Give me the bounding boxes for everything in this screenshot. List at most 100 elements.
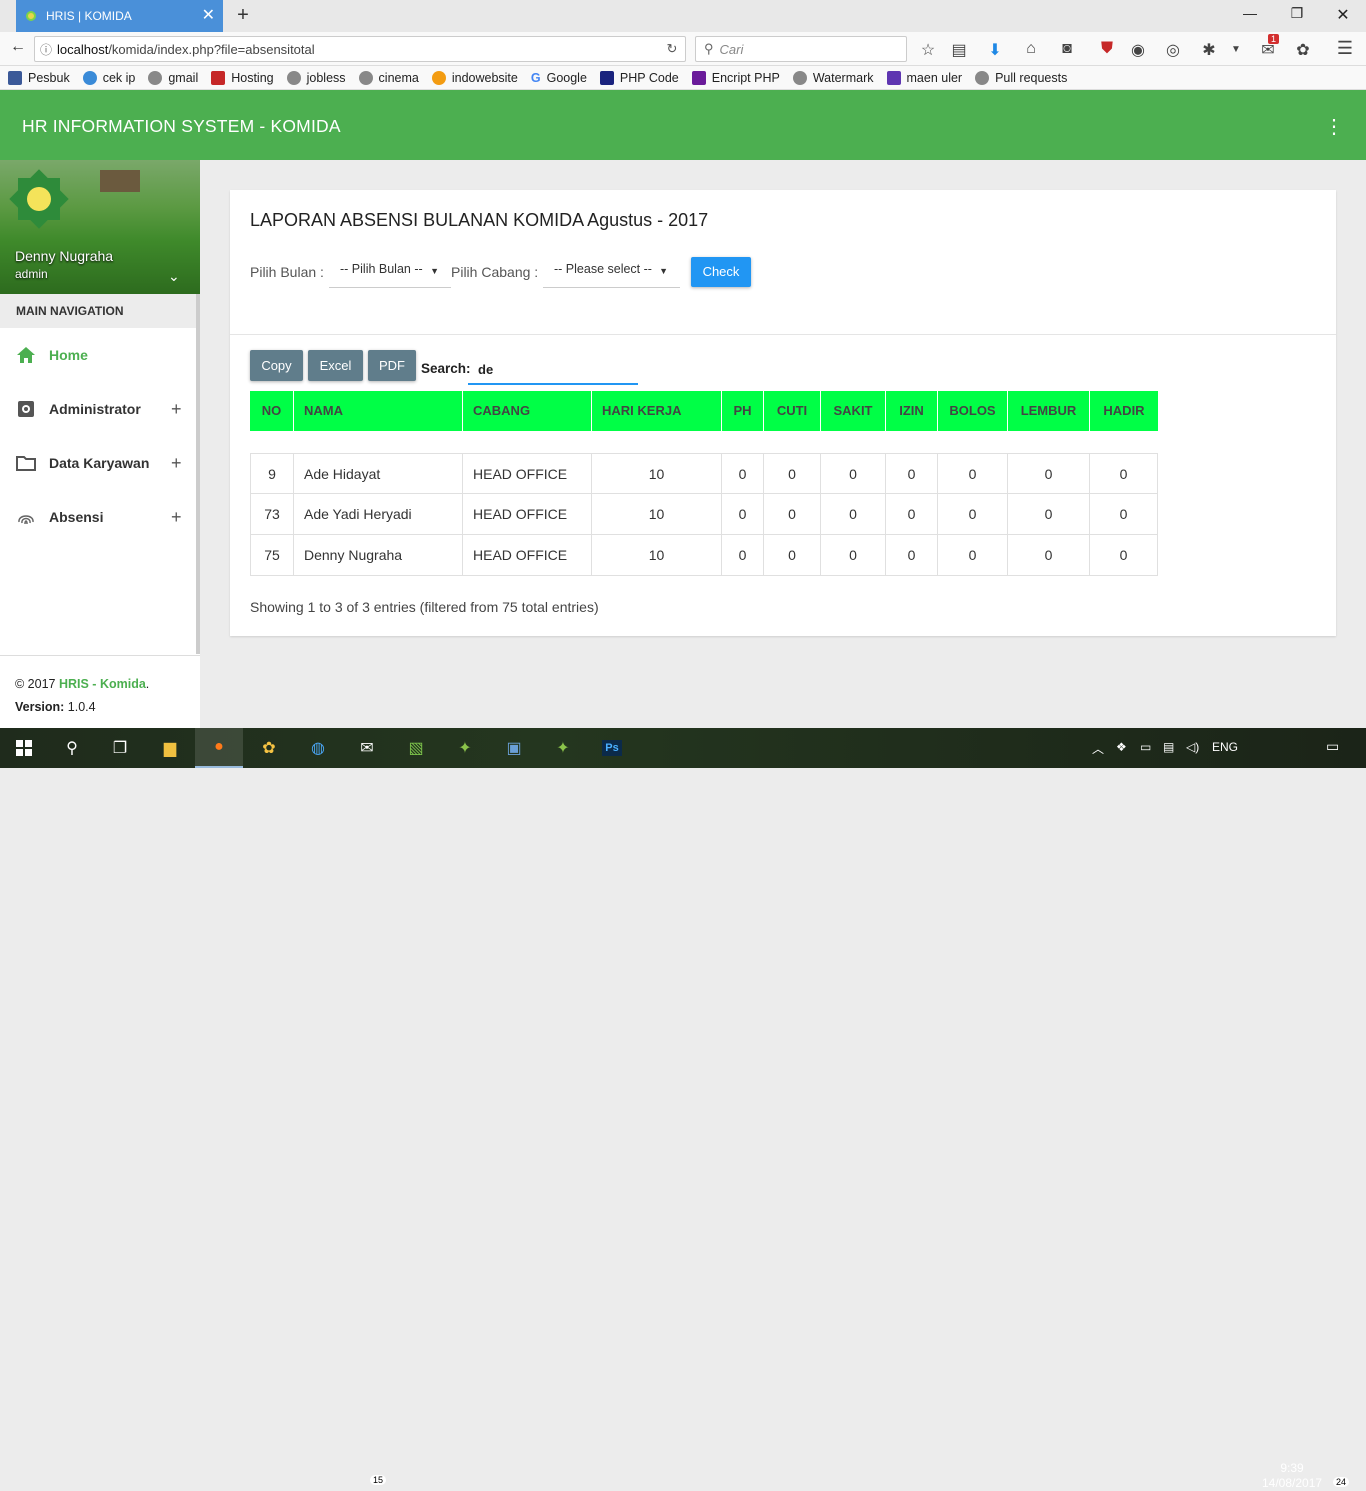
check-button[interactable]: Check <box>691 257 751 287</box>
clock-date: 14/08/2017 <box>1262 1476 1323 1490</box>
taskbar: ⚲ ❐ ▆ ● ✿ ◍ ✉ 15 ▧ ✦ ▣ ✦ Ps ︿ ❖ ▭ ▤ ◁) E… <box>0 728 1366 1490</box>
cell-izin: 0 <box>886 494 938 535</box>
sidebar-item-administrator[interactable]: Administrator + <box>0 382 196 436</box>
close-tab-icon[interactable]: ✕ <box>202 8 215 24</box>
menu-icon[interactable]: ☰ <box>1335 38 1355 59</box>
tray-dropbox-icon[interactable]: ❖ <box>1116 740 1127 754</box>
file-explorer-icon[interactable]: ▆ <box>146 728 194 768</box>
column-header[interactable]: CUTI <box>764 391 821 431</box>
reload-icon[interactable]: ↻ <box>659 41 685 57</box>
windows-start-icon[interactable] <box>0 728 48 768</box>
expand-plus-icon[interactable]: + <box>171 507 182 528</box>
bookmark-item[interactable]: Pull requests <box>975 70 1067 85</box>
restore-button[interactable]: ❐ <box>1287 5 1307 22</box>
search-label: Search: <box>421 361 471 376</box>
caret-down-icon: ▼ <box>659 266 668 276</box>
column-header[interactable]: BOLOS <box>938 391 1008 431</box>
download-icon[interactable]: ⬇ <box>985 40 1005 60</box>
sidebar-item-home[interactable]: Home <box>0 328 196 382</box>
browser-search-box[interactable]: ⚲ Cari <box>695 36 907 62</box>
home-icon[interactable]: ⌂ <box>1021 40 1041 58</box>
android-studio-icon[interactable]: ✦ <box>539 728 587 768</box>
sidebar-item-absensi[interactable]: Absensi + <box>0 490 196 544</box>
back-icon[interactable]: ← <box>10 38 26 56</box>
google-icon: G <box>530 70 541 85</box>
tray-volume-icon[interactable]: ◁) <box>1186 740 1199 754</box>
language-indicator[interactable]: ENG <box>1212 740 1238 754</box>
column-header[interactable]: HADIR <box>1090 391 1158 431</box>
copy-button[interactable]: Copy <box>250 350 303 381</box>
table-info: Showing 1 to 3 of 3 entries (filtered fr… <box>250 599 599 615</box>
tray-chevron-icon[interactable]: ︿ <box>1092 740 1104 757</box>
addon-puzzle-icon[interactable]: ✿ <box>1293 40 1313 60</box>
browser-tab[interactable]: HRIS | KOMIDA ✕ <box>16 0 223 32</box>
footer-brand-link[interactable]: HRIS - Komida <box>59 677 146 691</box>
search-icon[interactable]: ⚲ <box>48 728 96 768</box>
app-paw-icon[interactable]: ✿ <box>245 728 293 768</box>
app-globe-icon[interactable]: ◍ <box>294 728 342 768</box>
close-window-button[interactable]: ✕ <box>1333 5 1353 25</box>
mail-badge: 15 <box>370 1475 387 1485</box>
column-header[interactable]: NO <box>250 391 294 431</box>
column-header[interactable]: IZIN <box>886 391 938 431</box>
pdf-button[interactable]: PDF <box>368 350 416 381</box>
app-window-icon[interactable]: ▣ <box>490 728 538 768</box>
bookmark-item[interactable]: maen uler <box>886 70 962 85</box>
app-sheet-icon[interactable]: ▧ <box>392 728 440 768</box>
android-studio-icon[interactable]: ✦ <box>441 728 489 768</box>
expand-plus-icon[interactable]: + <box>171 399 182 420</box>
task-view-icon[interactable]: ❐ <box>96 728 144 768</box>
excel-button[interactable]: Excel <box>308 350 363 381</box>
column-header[interactable]: SAKIT <box>821 391 886 431</box>
library-icon[interactable]: ▤ <box>949 40 969 60</box>
bookmark-item[interactable]: PHP Code <box>599 70 679 85</box>
mail-icon[interactable]: ✉ <box>343 728 391 768</box>
bookmark-item[interactable]: cinema <box>358 70 419 85</box>
site-info-icon[interactable]: ⓘ <box>35 41 57 58</box>
column-header[interactable]: CABANG <box>463 391 592 431</box>
notification-icon[interactable]: ▭ <box>1326 738 1339 755</box>
column-header[interactable]: LEMBUR <box>1008 391 1090 431</box>
bookmark-item[interactable]: cek ip <box>82 70 135 85</box>
tray-network-icon[interactable]: ▤ <box>1163 740 1174 754</box>
bookmark-star-icon[interactable]: ☆ <box>918 40 938 60</box>
column-header[interactable]: HARI KERJA <box>592 391 722 431</box>
overflow-chevron-icon[interactable]: ▼ <box>1226 44 1246 55</box>
chevron-down-icon[interactable]: ⌄ <box>168 268 180 285</box>
cell-sakit: 0 <box>821 454 886 495</box>
column-header[interactable]: PH <box>722 391 764 431</box>
table-search-input[interactable]: de <box>468 355 638 385</box>
sidebar-item-data-karyawan[interactable]: Data Karyawan + <box>0 436 196 490</box>
addon-shield-icon[interactable]: ⛊ <box>1097 40 1117 58</box>
hosting-icon <box>211 70 226 85</box>
expand-plus-icon[interactable]: + <box>171 453 182 474</box>
tray-battery-icon[interactable]: ▭ <box>1140 740 1151 754</box>
bookmark-item[interactable]: Watermark <box>792 70 874 85</box>
more-vert-icon[interactable]: ⋮ <box>1324 114 1344 139</box>
firefox-icon[interactable]: ● <box>195 728 243 768</box>
pocket-icon[interactable]: ◙ <box>1057 40 1077 58</box>
column-header[interactable]: NAMA <box>294 391 463 431</box>
clock[interactable]: 9:39 14/08/2017 <box>1262 1461 1322 1491</box>
addon-eye-icon[interactable]: ◉ <box>1128 40 1148 60</box>
bulan-select[interactable]: -- Pilih Bulan -- ▼ <box>329 262 451 288</box>
new-tab-button[interactable]: + <box>233 4 253 27</box>
bookmark-item[interactable]: G Google <box>531 71 587 85</box>
divider <box>230 334 1336 335</box>
photoshop-icon[interactable]: Ps <box>588 728 636 768</box>
globe-icon <box>358 70 373 85</box>
cell-nama: Ade Hidayat <box>294 454 463 495</box>
addon-circle-icon[interactable]: ◎ <box>1163 40 1183 60</box>
minimize-button[interactable]: — <box>1240 5 1260 21</box>
bookmark-item[interactable]: gmail <box>148 70 198 85</box>
bookmark-item[interactable]: jobless <box>286 70 346 85</box>
bookmark-item[interactable]: Encript PHP <box>691 70 780 85</box>
url-bar[interactable]: ⓘ localhost/komida/index.php?file=absens… <box>34 36 686 62</box>
sidebar-scrollbar[interactable] <box>196 294 200 654</box>
bookmark-item[interactable]: Hosting <box>211 70 274 85</box>
caret-down-icon: ▼ <box>430 266 439 276</box>
addon-bug-icon[interactable]: ✱ <box>1199 40 1219 60</box>
bookmark-item[interactable]: indowebsite <box>431 70 518 85</box>
bookmark-item[interactable]: Pesbuk <box>8 70 70 85</box>
cabang-select[interactable]: -- Please select -- ▼ <box>543 262 680 288</box>
